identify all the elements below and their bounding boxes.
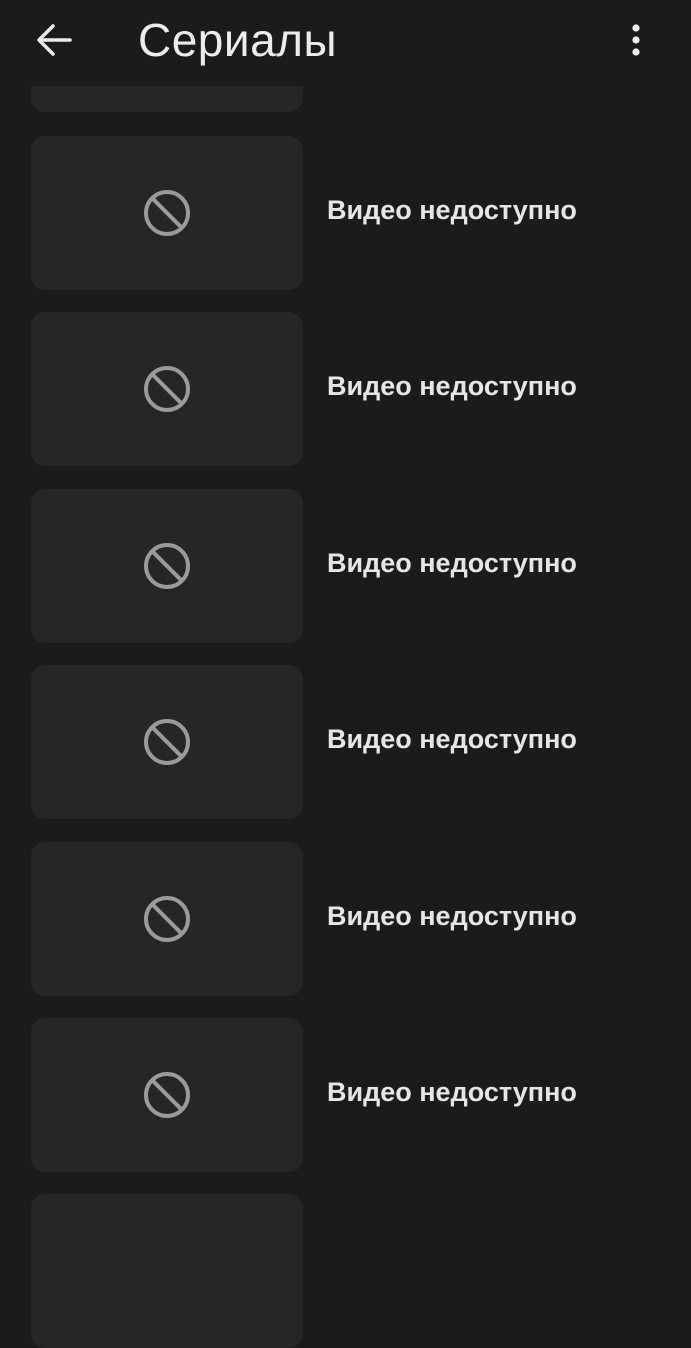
back-button[interactable] — [26, 16, 82, 64]
block-icon — [144, 719, 190, 765]
video-title[interactable]: Видео недоступно — [327, 899, 577, 933]
list-item[interactable]: Видео недоступно — [0, 136, 691, 290]
video-thumbnail[interactable] — [31, 312, 303, 466]
list-item[interactable]: Видео недоступно — [0, 489, 691, 643]
list-item[interactable]: Видео недоступно — [0, 842, 691, 996]
list-item[interactable]: Видео недоступно — [0, 665, 691, 819]
list-item[interactable]: Видео недоступно — [0, 312, 691, 466]
video-title[interactable]: Видео недоступно — [327, 546, 577, 580]
block-icon — [144, 366, 190, 412]
video-title[interactable]: Видео недоступно — [327, 1075, 577, 1109]
block-icon — [144, 190, 190, 236]
video-thumbnail[interactable] — [31, 1018, 303, 1172]
video-thumbnail[interactable] — [31, 842, 303, 996]
arrow-left-icon — [37, 24, 72, 56]
more-vert-icon — [632, 24, 640, 56]
block-icon — [144, 543, 190, 589]
block-icon — [144, 1072, 190, 1118]
video-thumbnail[interactable] — [31, 136, 303, 290]
video-thumbnail[interactable] — [31, 1194, 303, 1348]
page-title: Сериалы — [138, 14, 338, 66]
video-list: Видео недоступно Видео недоступно Видео … — [0, 0, 691, 1348]
video-title[interactable]: Видео недоступно — [327, 722, 577, 756]
list-item-partial-bottom[interactable] — [0, 1194, 691, 1348]
video-thumbnail[interactable] — [31, 489, 303, 643]
app-bar: Сериалы — [0, 0, 691, 86]
more-options-button[interactable] — [612, 14, 660, 66]
video-title[interactable]: Видео недоступно — [327, 193, 577, 227]
block-icon — [144, 896, 190, 942]
video-title[interactable]: Видео недоступно — [327, 369, 577, 403]
video-thumbnail[interactable] — [31, 665, 303, 819]
list-item[interactable]: Видео недоступно — [0, 1018, 691, 1172]
